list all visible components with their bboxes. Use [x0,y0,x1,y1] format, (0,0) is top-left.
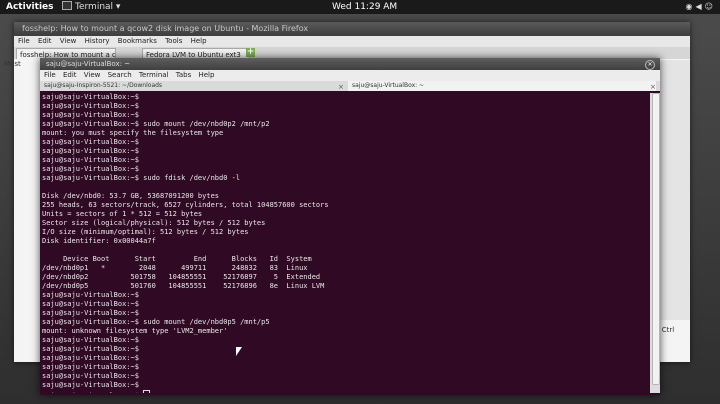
terminal-line: saju@saju-VirtualBox:~$ [42,336,139,344]
terminal-line: saju@saju-VirtualBox:~$ [42,390,646,393]
terminal-line: saju@saju-VirtualBox:~$ [42,381,139,389]
clock[interactable]: Wed 11:29 AM [332,0,397,14]
terminal-tabbar: saju@saju-Inspiron-5521: ~/Downloads × s… [40,81,660,91]
terminal-line: /dev/nbd0p1 * 2048 499711 248832 83 Linu… [42,264,308,272]
new-tab-icon[interactable]: + [246,48,255,57]
ff-menu-history[interactable]: History [85,37,110,45]
terminal-line: saju@saju-VirtualBox:~$ [42,165,139,173]
terminal-line: saju@saju-VirtualBox:~$ [42,354,139,362]
terminal-titlebar: saju@saju-VirtualBox: ~ ✕ [40,58,660,70]
terminal-line: /dev/nbd0p5 501760 104855551 52176896 8e… [42,282,325,290]
activities-button[interactable]: Activities [6,0,54,14]
mouse-pointer-icon [236,347,242,356]
terminal-line: saju@saju-VirtualBox:~$ [42,363,139,371]
term-menu-help[interactable]: Help [198,71,214,79]
term-tab-virtualbox[interactable]: saju@saju-VirtualBox: ~ [348,81,656,91]
app-menu[interactable]: Terminal ▾ [62,0,120,14]
terminal-scrollbar[interactable] [650,93,660,393]
terminal-line: Device Boot Start End Blocks Id System [42,255,312,263]
terminal-line: saju@saju-VirtualBox:~$ [42,345,139,353]
terminal-title: saju@saju-VirtualBox: ~ [46,60,131,68]
ff-menu-tools[interactable]: Tools [165,37,182,45]
terminal-line: saju@saju-VirtualBox:~$ [42,372,139,380]
term-menu-file[interactable]: File [44,71,56,79]
terminal-line: Units = sectors of 1 * 512 = 512 bytes [42,210,203,218]
terminal-line: saju@saju-VirtualBox:~$ [42,111,139,119]
terminal-line: saju@saju-VirtualBox:~$ sudo mount /dev/… [42,318,270,326]
term-menu-edit[interactable]: Edit [63,71,77,79]
terminal-line: saju@saju-VirtualBox:~$ [42,300,139,308]
terminal-icon [62,1,72,10]
terminal-line: 255 heads, 63 sectors/track, 6527 cylind… [42,201,329,209]
terminal-line: I/O size (minimum/optimal): 512 bytes / … [42,228,249,236]
close-icon[interactable]: × [650,82,656,92]
scrollbar-thumb[interactable] [652,93,660,385]
term-tab-inspiron[interactable]: saju@saju-Inspiron-5521: ~/Downloads [40,81,340,91]
terminal-line: saju@saju-VirtualBox:~$ [42,309,139,317]
ff-menu-view[interactable]: View [60,37,77,45]
terminal-line: mount: you must specify the filesystem t… [42,129,224,137]
term-menu-tabs[interactable]: Tabs [176,71,192,79]
firefox-titlebar: fosshelp: How to mount a qcow2 disk imag… [14,22,690,36]
terminal-line: saju@saju-VirtualBox:~$ [42,147,139,155]
firefox-menubar: File Edit View History Bookmarks Tools H… [14,36,690,47]
terminal-cursor [143,390,151,393]
terminal-line: saju@saju-VirtualBox:~$ [42,138,139,146]
term-menu-search[interactable]: Search [108,71,132,79]
terminal-line: Disk /dev/nbd0: 53.7 GB, 53687091200 byt… [42,192,220,200]
wifi-icon[interactable]: ◉ [686,2,696,11]
terminal-menubar: File Edit View Search Terminal Tabs Help [40,70,660,81]
app-menu-label: Terminal [75,2,114,12]
close-icon[interactable]: ✕ [645,60,655,70]
terminal-line: Disk identifier: 0x00044a7f [42,237,156,245]
top-panel: Activities Terminal ▾ Wed 11:29 AM ◉◀☺ [0,0,720,14]
ff-menu-file[interactable]: File [18,37,30,45]
terminal-window: saju@saju-VirtualBox: ~ ✕ File Edit View… [40,58,660,395]
volume-icon[interactable]: ◀ [696,2,705,11]
term-menu-view[interactable]: View [84,71,101,79]
terminal-output[interactable]: saju@saju-VirtualBox:~$ saju@saju-Virtual… [42,93,646,393]
ff-menu-edit[interactable]: Edit [38,37,52,45]
terminal-line: mount: unknown filesystem type 'LVM2_mem… [42,327,228,335]
close-icon[interactable]: × [338,82,344,92]
terminal-line: saju@saju-VirtualBox:~$ [42,291,139,299]
terminal-line: saju@saju-VirtualBox:~$ sudo fdisk /dev/… [42,174,241,182]
ff-menu-help[interactable]: Help [191,37,207,45]
terminal-line: saju@saju-VirtualBox:~$ [42,156,139,164]
terminal-line: saju@saju-VirtualBox:~$ sudo mount /dev/… [42,120,270,128]
system-tray[interactable]: ◉◀☺ [686,0,716,14]
terminal-line: /dev/nbd0p2 501758 104855551 52176897 5 … [42,273,321,281]
terminal-line: saju@saju-VirtualBox:~$ [42,102,139,110]
bookmark-most-visited[interactable]: Most [4,60,21,68]
user-icon[interactable]: ☺ [705,2,716,11]
ff-menu-bookmarks[interactable]: Bookmarks [118,37,157,45]
terminal-line: saju@saju-VirtualBox:~$ [42,93,139,101]
terminal-line: Sector size (logical/physical): 512 byte… [42,219,266,227]
term-menu-terminal[interactable]: Terminal [139,71,169,79]
